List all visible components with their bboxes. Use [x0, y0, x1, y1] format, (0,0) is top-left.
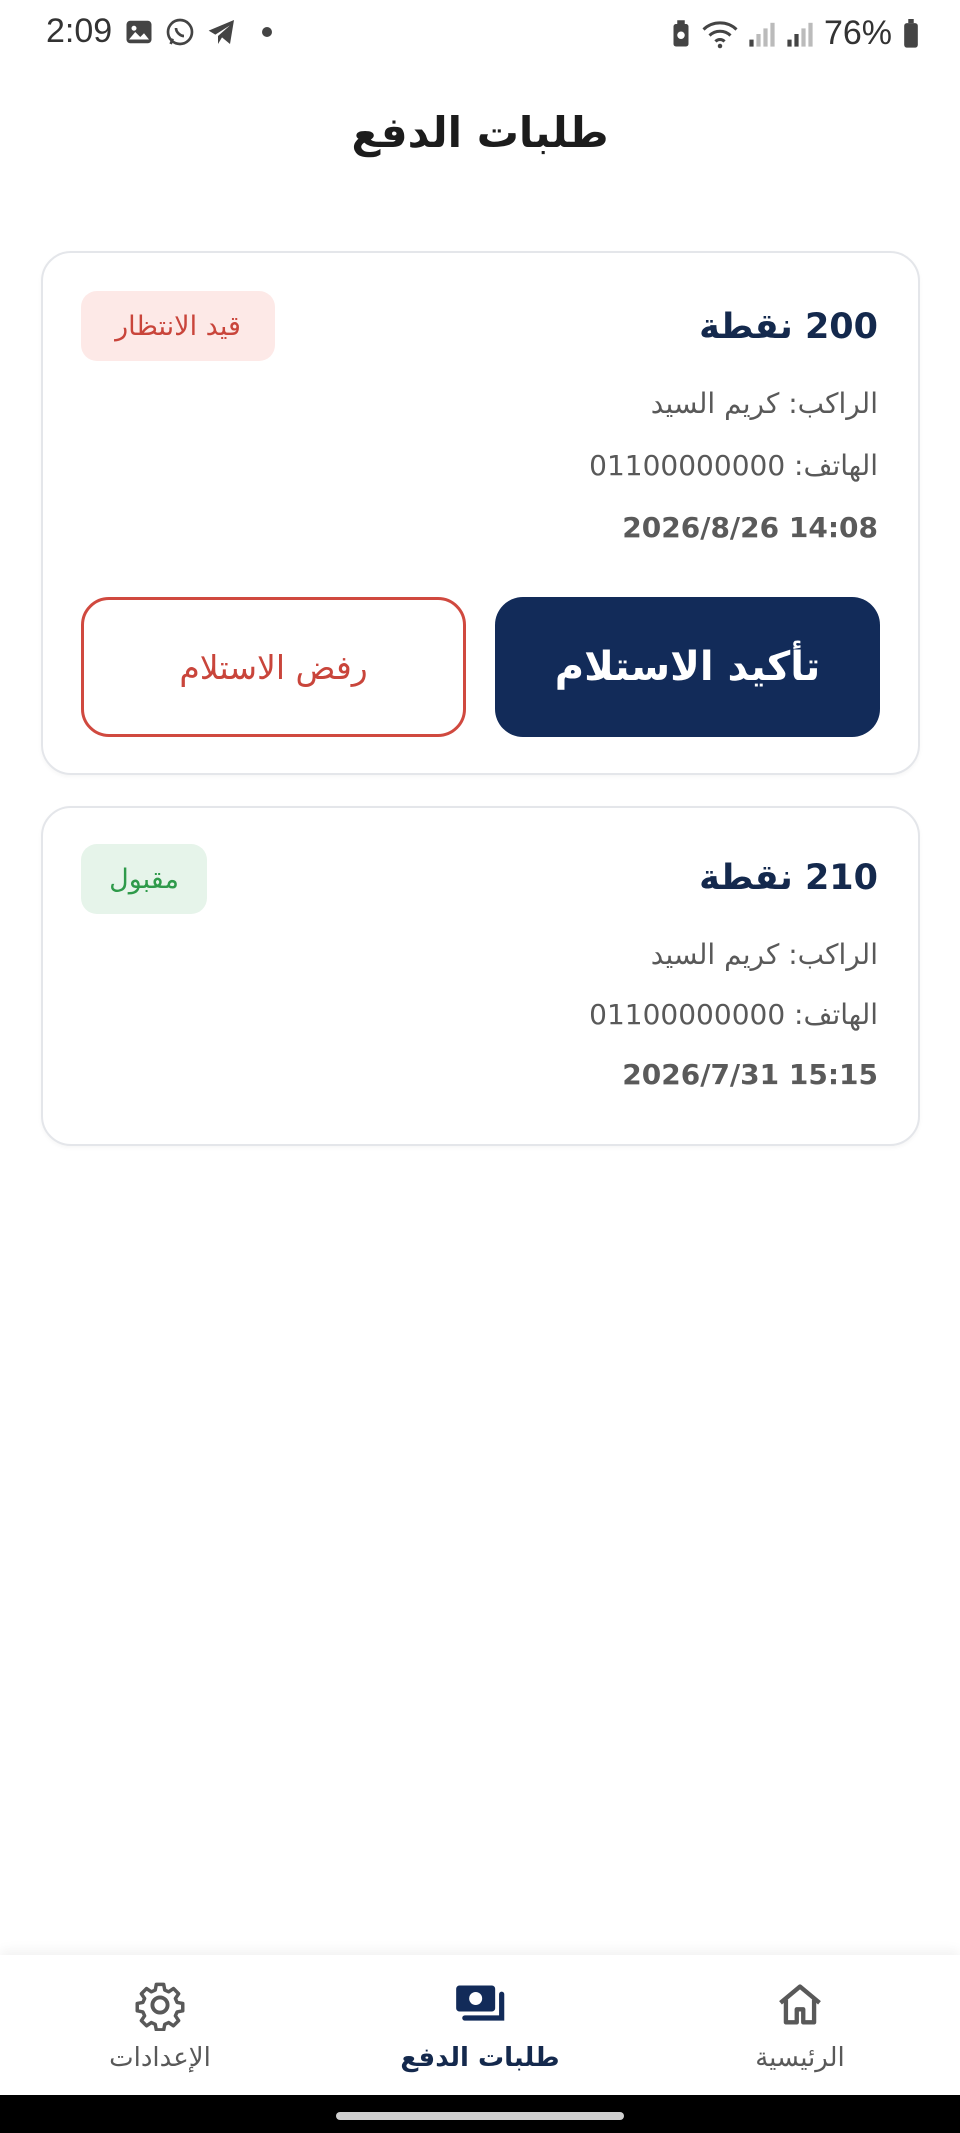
- battery-saver-icon: [673, 19, 689, 46]
- status-badge-pending: قيد الانتظار: [81, 291, 275, 361]
- payments-icon: [456, 1985, 505, 2021]
- phone-number: الهاتف: 01100000000: [589, 449, 878, 482]
- points-amount: 210 نقطة: [699, 858, 878, 898]
- home-icon: [779, 1984, 821, 2025]
- nav-home[interactable]: الرئيسية: [690, 1955, 910, 2095]
- rider-name: الراكب: كريم السيد: [650, 387, 878, 420]
- payment-request-card: 200 نقطة قيد الانتظار الراكب: كريم السيد…: [41, 251, 920, 775]
- gallery-icon: [126, 20, 152, 44]
- request-date: 2026/7/31 15:15: [622, 1058, 878, 1091]
- status-time: 2:09: [46, 12, 113, 50]
- home-indicator[interactable]: [336, 2112, 624, 2120]
- request-date: 2026/8/26 14:08: [622, 511, 878, 544]
- rider-name: الراكب: كريم السيد: [650, 938, 878, 971]
- status-bar: 2:09 76%: [0, 0, 960, 70]
- payment-request-card: 210 نقطة مقبول الراكب: كريم السيد الهاتف…: [41, 806, 920, 1146]
- nav-payment-requests-label: طلبات الدفع: [400, 2043, 560, 2073]
- battery-icon: [904, 18, 918, 48]
- wifi-icon: [702, 21, 738, 48]
- notification-dot: [262, 27, 272, 37]
- bottom-navigation: الإعدادات طلبات الدفع الرئيسية: [0, 1955, 960, 2095]
- signal-icon: [749, 22, 775, 47]
- phone-number: الهاتف: 01100000000: [589, 998, 878, 1031]
- nav-payment-requests[interactable]: طلبات الدفع: [370, 1955, 590, 2095]
- system-icons: 76%: [670, 14, 920, 53]
- whatsapp-icon: [166, 18, 194, 46]
- nav-settings-label: الإعدادات: [109, 2043, 211, 2073]
- confirm-receipt-button[interactable]: تأكيد الاستلام: [495, 597, 880, 737]
- signal-icon: [787, 22, 813, 47]
- telegram-icon: [208, 20, 234, 44]
- notification-icons: [124, 16, 272, 48]
- nav-home-label: الرئيسية: [755, 2043, 845, 2073]
- gear-icon: [135, 1982, 185, 2031]
- reject-receipt-button[interactable]: رفض الاستلام: [81, 597, 466, 737]
- nav-settings[interactable]: الإعدادات: [50, 1955, 270, 2095]
- battery-percent: 76%: [823, 14, 892, 52]
- page-title: طلبات الدفع: [351, 108, 609, 157]
- points-amount: 200 نقطة: [699, 307, 878, 347]
- status-badge-accepted: مقبول: [81, 844, 207, 914]
